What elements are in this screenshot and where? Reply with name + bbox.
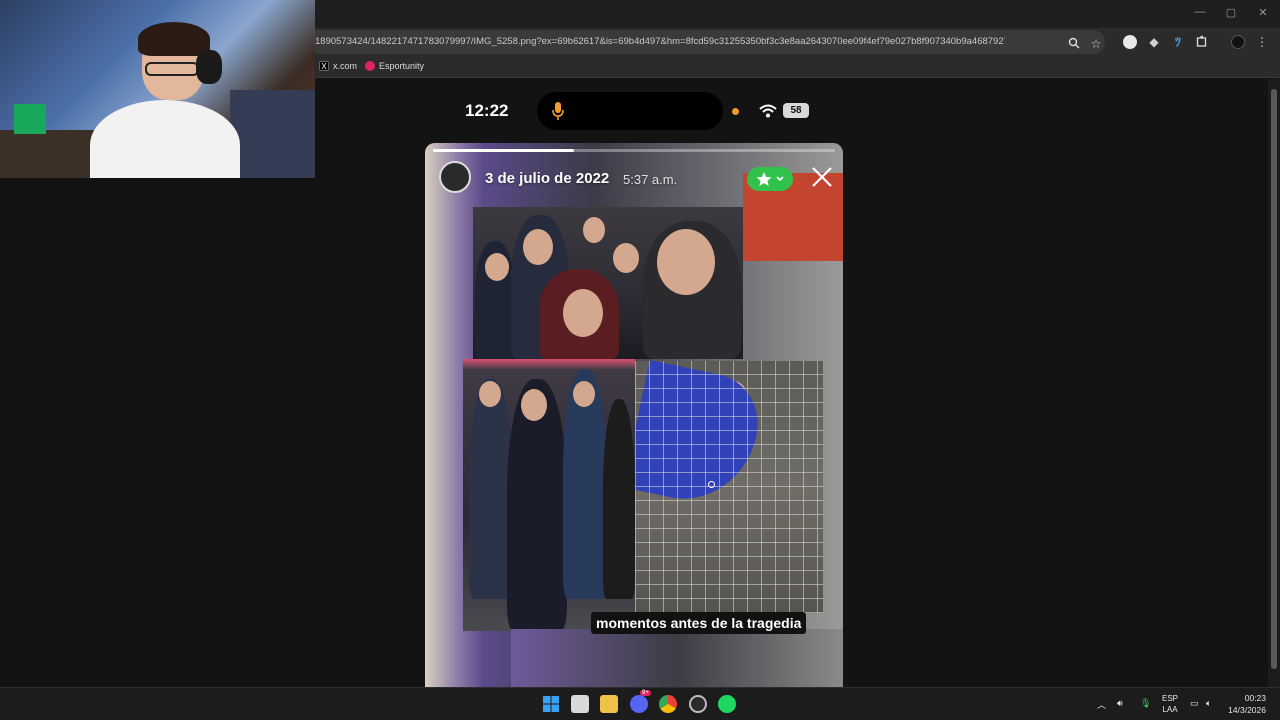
scrollbar-thumb[interactable] [1271, 89, 1277, 669]
bookmark-star-icon[interactable]: ☆ [1089, 37, 1103, 51]
browser-titlebar: — ▢ ✕ [315, 0, 1280, 28]
minimize-button[interactable]: — [1192, 6, 1208, 18]
story-progress-fill [433, 149, 574, 152]
cage-photo [635, 361, 823, 613]
wifi-icon [759, 104, 777, 118]
phone-clock: 12:22 [465, 101, 509, 120]
story-caption: momentos antes de la tragedia [591, 612, 807, 634]
obs-icon[interactable] [689, 695, 707, 713]
story-card: 3 de julio de 2022 5:37 a.m. momentos an… [425, 143, 843, 687]
face [657, 229, 715, 295]
esportunity-icon [365, 61, 375, 71]
bookmark-label: x.com [333, 61, 358, 71]
bookmark-label: Esportunity [379, 61, 425, 71]
star-icon [756, 172, 784, 186]
store-icon[interactable] [571, 695, 589, 713]
group-photo-left [463, 359, 635, 631]
extension-diamond-icon[interactable]: ◆ [1147, 35, 1161, 49]
webcam-overlay [0, 0, 315, 178]
streamer-glasses [145, 62, 199, 76]
bookmark-x[interactable]: X x.com [319, 61, 357, 71]
discord-icon[interactable]: 9+ [630, 690, 651, 713]
dynamic-island [537, 92, 723, 130]
chrome-icon[interactable] [659, 695, 677, 713]
story-time: 5:37 a.m. [623, 172, 678, 187]
story-progress-bar [433, 149, 835, 152]
face [613, 243, 639, 273]
mouse-cursor [708, 481, 715, 488]
battery-indicator: 58 [783, 103, 809, 118]
clock-time: 00:23 [1244, 693, 1266, 703]
network-icon[interactable]: ▭ [1190, 698, 1199, 709]
language-code: ESP [1162, 694, 1179, 703]
spotify-icon[interactable] [718, 695, 736, 713]
maximize-button[interactable]: ▢ [1223, 6, 1239, 19]
bottom-photo [511, 629, 843, 687]
volume-icon[interactable]: 🔊︎ [1117, 698, 1123, 709]
taskbar: 9+ ︿ 🔊︎ 🎙︎ ESP LAA ▭ 🔈︎ 00:23 14/3/2026 [0, 687, 1280, 720]
image-viewer: 12:22 58 3 de julio de 2022 5:37 a.m. mo… [315, 79, 1280, 687]
metal-grid [635, 361, 823, 613]
clock-date: 14/3/2026 [1228, 705, 1266, 715]
face [523, 229, 553, 265]
bookmarks-bar: X x.com Esportunity [315, 56, 1280, 78]
windows-start-icon[interactable] [542, 695, 560, 713]
translate-extension-icon[interactable]: ﾂ [1171, 35, 1185, 49]
bookmark-esportunity[interactable]: Esportunity [365, 61, 424, 71]
profile-avatar[interactable] [1231, 35, 1245, 49]
close-friends-badge[interactable] [747, 167, 793, 191]
streamer-hair [138, 22, 210, 56]
face [573, 381, 595, 407]
scrollbar[interactable] [1268, 79, 1280, 687]
speaker-icon[interactable]: 🔈︎ [1206, 698, 1211, 709]
close-icon[interactable] [810, 165, 834, 189]
browser-toolbar: 1890573424/1482217471783079997/IMG_5258.… [315, 28, 1280, 56]
face [521, 389, 547, 421]
extensions-puzzle-icon[interactable] [1195, 35, 1209, 49]
person [603, 399, 635, 599]
headset [196, 50, 222, 84]
streamer-body [90, 100, 240, 178]
face [479, 381, 501, 407]
extension-circle-icon[interactable] [1123, 35, 1137, 49]
microphone-icon [552, 102, 564, 120]
face [583, 217, 605, 243]
mic-tray-icon[interactable]: 🎙︎ [1140, 698, 1151, 709]
close-window-button[interactable]: ✕ [1255, 6, 1271, 19]
address-bar[interactable]: 1890573424/1482217471783079997/IMG_5258.… [315, 30, 1105, 54]
file-explorer-icon[interactable] [600, 695, 618, 713]
language-indicator[interactable]: ESP LAA [1162, 693, 1178, 715]
face [485, 253, 509, 281]
zoom-icon[interactable] [1067, 37, 1081, 51]
group-photo-top [473, 207, 743, 359]
face [563, 289, 603, 337]
x-logo-icon: X [319, 61, 329, 71]
story-date: 3 de julio de 2022 [485, 170, 610, 187]
webcam-shelf [230, 90, 315, 178]
browser-menu-icon[interactable]: ⋮ [1255, 35, 1269, 49]
avatar[interactable] [439, 161, 471, 193]
keyboard-layout: LAA [1162, 705, 1178, 714]
webcam-figure [14, 104, 46, 134]
tray-chevron-icon[interactable]: ︿ [1097, 698, 1106, 711]
discord-badge: 9+ [640, 690, 651, 696]
recording-dot [732, 108, 739, 115]
url-text[interactable]: 1890573424/1482217471783079997/IMG_5258.… [315, 36, 1005, 47]
system-clock[interactable]: 00:23 14/3/2026 [1228, 692, 1266, 716]
